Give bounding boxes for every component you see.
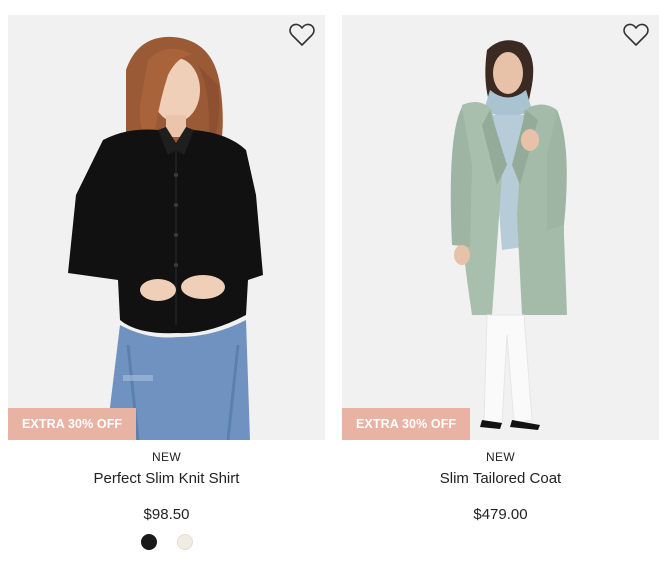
color-swatches xyxy=(8,534,325,552)
product-name[interactable]: Perfect Slim Knit Shirt xyxy=(8,470,325,488)
product-image[interactable]: EXTRA 30% OFF xyxy=(8,15,325,440)
product-photo-coat xyxy=(342,15,659,440)
product-info: NEW Slim Tailored Coat $479.00 xyxy=(342,450,659,524)
product-name[interactable]: Slim Tailored Coat xyxy=(342,470,659,488)
new-tag: NEW xyxy=(486,450,515,464)
discount-badge: EXTRA 30% OFF xyxy=(342,408,471,440)
wishlist-heart-icon[interactable] xyxy=(289,23,315,47)
new-tag: NEW xyxy=(152,450,181,464)
color-swatch-ivory[interactable] xyxy=(176,534,193,550)
discount-badge: EXTRA 30% OFF xyxy=(8,408,137,440)
product-grid: EXTRA 30% OFF NEW Perfect Slim Knit Shir… xyxy=(0,0,669,574)
color-swatch-black[interactable] xyxy=(140,534,157,550)
product-image[interactable]: EXTRA 30% OFF xyxy=(342,15,659,440)
product-price: $98.50 xyxy=(143,506,190,523)
product-card[interactable]: EXTRA 30% OFF NEW Slim Tailored Coat $47… xyxy=(342,15,659,524)
product-info: NEW Perfect Slim Knit Shirt $98.50 xyxy=(8,450,325,552)
product-card[interactable]: EXTRA 30% OFF NEW Perfect Slim Knit Shir… xyxy=(8,15,325,552)
product-price: $479.00 xyxy=(473,506,528,523)
product-photo-shirt xyxy=(8,15,325,440)
wishlist-heart-icon[interactable] xyxy=(623,23,649,47)
